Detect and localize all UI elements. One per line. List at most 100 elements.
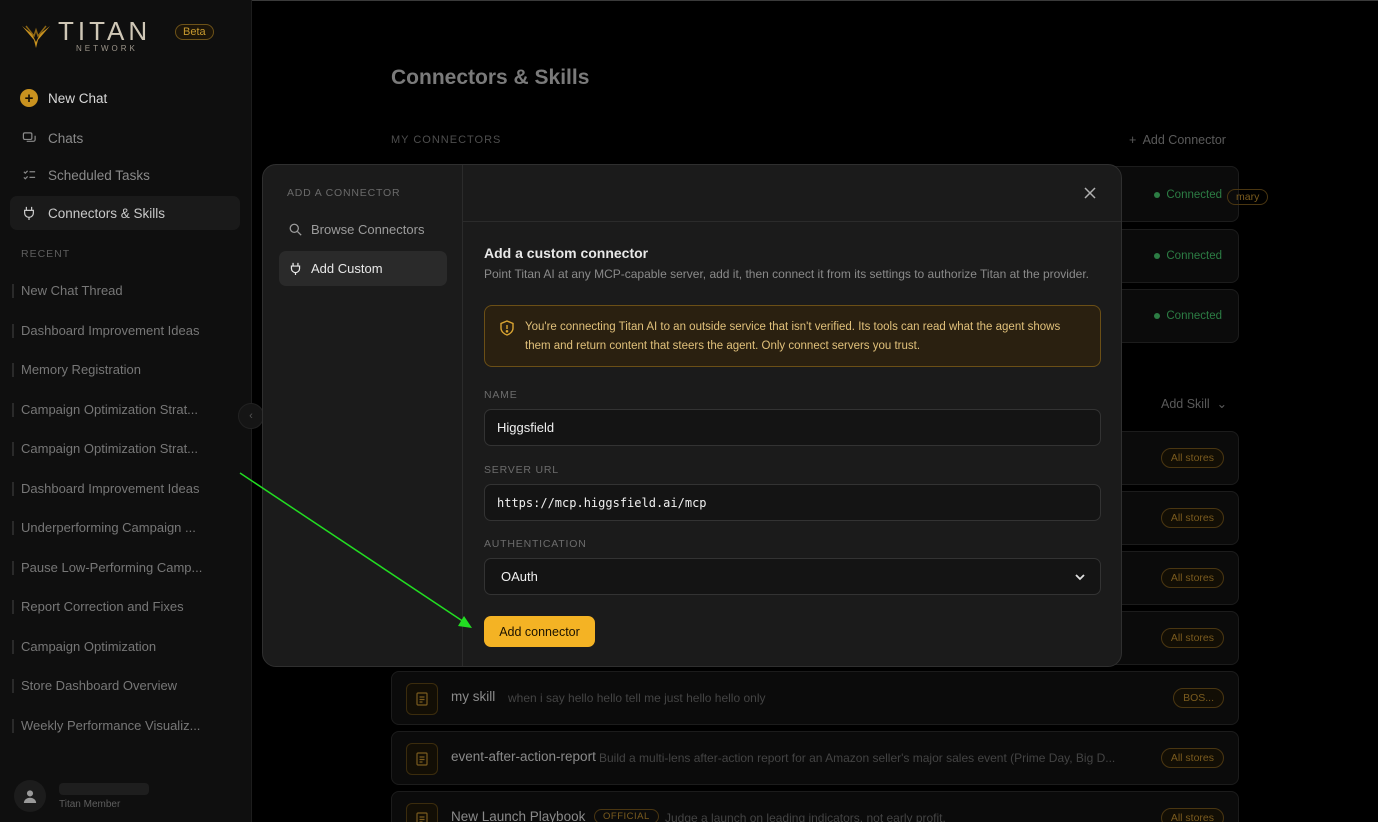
recent-marker	[12, 442, 14, 456]
recent-item[interactable]: Memory Registration	[21, 362, 211, 377]
sidebar-label-scheduled: Scheduled Tasks	[48, 167, 150, 183]
recent-item[interactable]: Campaign Optimization Strat...	[21, 441, 211, 456]
recent-item[interactable]: Dashboard Improvement Ideas	[21, 323, 211, 338]
official-badge: OFFICIAL	[594, 809, 659, 822]
user-icon	[23, 790, 37, 803]
server-url-field[interactable]: https://mcp.higgsfield.ai/mcp	[484, 484, 1101, 521]
authentication-value: OAuth	[501, 569, 538, 584]
user-profile[interactable]: Titan Member	[14, 780, 149, 812]
add-skill-dropdown[interactable]: Add Skill ⌄	[1161, 396, 1227, 411]
sidebar: TITAN NETWORK Beta + New Chat Chats Sche…	[0, 0, 252, 822]
skill-description: when i say hello hello tell me just hell…	[508, 691, 766, 705]
page-title: Connectors & Skills	[391, 66, 590, 89]
store-badge: All stores	[1160, 508, 1224, 528]
add-skill-label: Add Skill	[1161, 397, 1210, 411]
recent-item[interactable]: Report Correction and Fixes	[21, 599, 211, 614]
recent-item[interactable]: Dashboard Improvement Ideas	[21, 481, 211, 496]
sidebar-label-chats: Chats	[48, 130, 84, 146]
warning-text: You're connecting Titan AI to an outside…	[525, 321, 1061, 352]
status-label: Connected	[1166, 250, 1222, 262]
recent-item[interactable]: Store Dashboard Overview	[21, 678, 211, 693]
recent-marker	[12, 679, 14, 693]
close-button[interactable]	[1081, 184, 1099, 202]
brand-name: TITAN	[58, 16, 152, 46]
modal-header-divider	[463, 221, 1121, 222]
sidebar-item-connectors[interactable]: Connectors & Skills	[10, 196, 240, 230]
authentication-label: AUTHENTICATION	[484, 538, 587, 550]
status-label: Connected	[1166, 310, 1222, 322]
user-name-redacted	[59, 782, 149, 795]
chevron-down-icon	[1075, 574, 1085, 581]
plus-icon: +	[1129, 133, 1140, 147]
recent-item[interactable]: Weekly Performance Visualiz...	[21, 718, 211, 733]
skill-card[interactable]: event-after-action-report Build a multi-…	[391, 731, 1239, 785]
add-connector-button[interactable]: Add connector	[484, 616, 595, 647]
add-connector-label: Add Connector	[1142, 133, 1226, 147]
document-icon	[406, 803, 438, 822]
primary-badge: mary	[1227, 189, 1269, 205]
my-connectors-heading: MY CONNECTORS	[391, 134, 502, 146]
store-badge: All stores	[1160, 568, 1224, 588]
brand-logo[interactable]: TITAN NETWORK	[20, 18, 151, 53]
tab-label: Browse Connectors	[311, 222, 425, 237]
plus-icon: +	[20, 89, 38, 107]
recent-item[interactable]: Campaign Optimization Strat...	[21, 402, 211, 417]
add-connector-button-label: Add connector	[499, 624, 580, 639]
name-value: Higgsfield	[497, 420, 555, 435]
recent-item[interactable]: Campaign Optimization	[21, 639, 211, 654]
modal-sidebar: ADD A CONNECTOR Browse Connectors Add Cu…	[263, 165, 463, 666]
recent-marker	[12, 521, 14, 535]
modal-title: Add a custom connector	[484, 245, 649, 261]
shield-alert-icon	[500, 320, 514, 336]
titan-logo-icon	[22, 25, 50, 48]
modal-subtitle: Point Titan AI at any MCP-capable server…	[484, 267, 1089, 281]
app-root: TITAN NETWORK Beta + New Chat Chats Sche…	[0, 0, 1378, 822]
tab-add-custom[interactable]: Add Custom	[279, 251, 447, 286]
plug-icon	[20, 204, 38, 222]
add-connector-link[interactable]: + Add Connector	[1129, 133, 1226, 147]
authentication-select[interactable]: OAuth	[484, 558, 1101, 595]
status-badge: Connected	[1154, 310, 1222, 322]
sidebar-item-chats[interactable]: Chats	[10, 121, 240, 155]
beta-badge: Beta	[175, 24, 214, 40]
skill-name: event-after-action-report	[451, 749, 596, 764]
recent-marker	[12, 561, 14, 575]
recent-item[interactable]: Underperforming Campaign ...	[21, 520, 211, 535]
modal-section-label: ADD A CONNECTOR	[287, 187, 401, 199]
sidebar-item-scheduled-tasks[interactable]: Scheduled Tasks	[10, 158, 240, 192]
chevron-down-icon: ⌄	[1213, 397, 1228, 411]
recent-marker	[12, 324, 14, 338]
status-badge: Connected	[1154, 250, 1222, 262]
name-field[interactable]: Higgsfield	[484, 409, 1101, 446]
add-connector-modal: ADD A CONNECTOR Browse Connectors Add Cu…	[262, 164, 1122, 667]
checklist-icon	[20, 166, 38, 184]
recent-heading: RECENT	[21, 248, 71, 260]
recent-item[interactable]: New Chat Thread	[21, 283, 211, 298]
security-warning: You're connecting Titan AI to an outside…	[484, 305, 1101, 367]
user-role: Titan Member	[59, 798, 121, 810]
store-badge: BOS...	[1173, 688, 1224, 708]
new-chat-button[interactable]: + New Chat	[10, 81, 240, 115]
status-label: Connected	[1166, 189, 1222, 201]
skill-name: my skill	[451, 689, 496, 704]
recent-marker	[12, 600, 14, 614]
tab-browse-connectors[interactable]: Browse Connectors	[279, 212, 447, 247]
avatar	[14, 780, 46, 812]
recent-marker	[12, 284, 14, 298]
recent-item[interactable]: Pause Low-Performing Camp...	[21, 560, 211, 575]
chat-bubbles-icon	[20, 129, 38, 147]
recent-marker	[12, 719, 14, 733]
status-badge: Connected	[1154, 189, 1222, 201]
skill-card[interactable]: New Launch Playbook OFFICIAL Judge a lau…	[391, 791, 1239, 822]
document-icon	[406, 743, 438, 775]
sidebar-label-connectors: Connectors & Skills	[48, 205, 166, 221]
store-badge: All stores	[1160, 448, 1224, 468]
skill-card[interactable]: my skill when i say hello hello tell me …	[391, 671, 1239, 725]
brand-sub: NETWORK	[76, 44, 138, 53]
plug-icon	[289, 262, 302, 275]
store-badge: All stores	[1160, 748, 1224, 768]
server-url-label: SERVER URL	[484, 464, 559, 476]
document-icon	[406, 683, 438, 715]
skill-description: Judge a launch on leading indicators, no…	[665, 811, 946, 822]
recent-marker	[12, 482, 14, 496]
